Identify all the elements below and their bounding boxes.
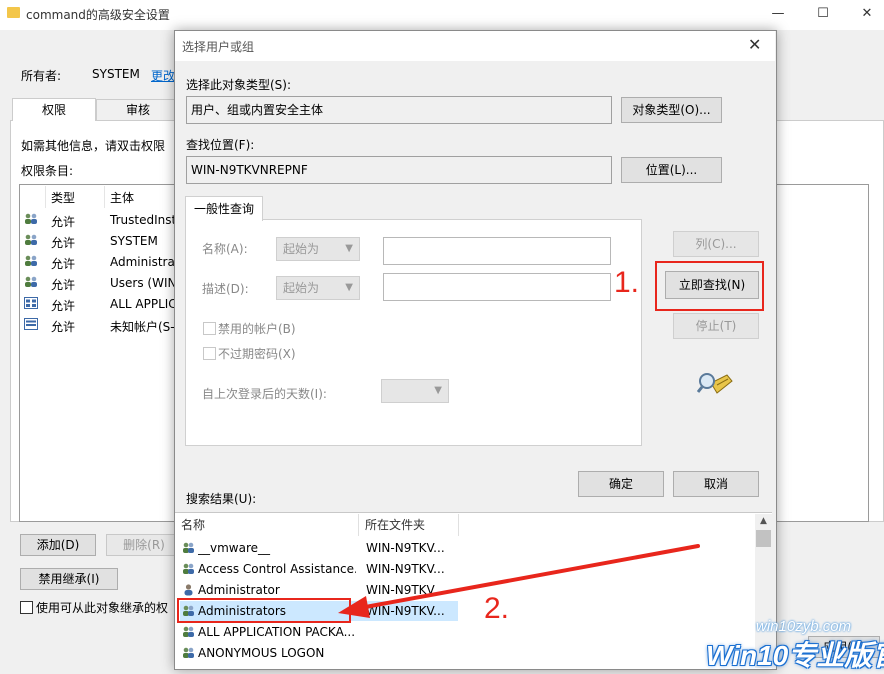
chevron-down-icon: ▼ xyxy=(434,385,442,396)
results-column-folder[interactable]: 所在文件夹 xyxy=(365,516,425,533)
location-field: WIN-N9TKVNREPNF xyxy=(186,156,612,184)
watermark-url: win10zyb.com xyxy=(756,618,852,635)
dialog-title: 选择用户或组 xyxy=(182,40,255,54)
folder-icon xyxy=(7,7,20,18)
users-icon xyxy=(25,255,37,266)
table-row[interactable] xyxy=(24,318,38,333)
column-divider xyxy=(104,186,105,208)
description-filter-dropdown: 起始为 ▼ xyxy=(276,276,360,300)
replace-permissions-checkbox[interactable] xyxy=(20,601,33,614)
add-button[interactable]: 添加(D) xyxy=(20,534,96,556)
table-row[interactable] xyxy=(24,297,38,312)
name-label: 名称(A): xyxy=(202,242,248,256)
app-package-icon xyxy=(24,297,38,309)
stop-button: 停止(T) xyxy=(673,313,759,339)
users-icon xyxy=(25,213,37,224)
days-since-login-dropdown: ▼ xyxy=(381,379,449,403)
description-label: 描述(D): xyxy=(202,282,249,296)
column-header-principal[interactable]: 主体 xyxy=(110,189,134,206)
unknown-account-icon xyxy=(24,318,38,330)
row-type: 允许 xyxy=(51,257,76,271)
owner-label: 所有者: xyxy=(21,69,62,83)
object-types-button[interactable]: 对象类型(O)... xyxy=(621,97,722,123)
table-row[interactable] xyxy=(24,276,38,291)
owner-value: SYSTEM xyxy=(92,67,140,81)
locations-button[interactable]: 位置(L)... xyxy=(621,157,722,183)
result-name: ANONYMOUS LOGON xyxy=(198,646,325,660)
users-icon xyxy=(25,276,37,287)
location-label: 查找位置(F): xyxy=(186,138,255,152)
close-window-button[interactable]: ✕ xyxy=(852,4,882,24)
columns-button: 列(C)... xyxy=(673,231,759,257)
days-since-login-label: 自上次登录后的天数(I): xyxy=(202,387,327,401)
arrow-pointer-icon xyxy=(338,544,700,618)
tab-auditing[interactable]: 审核 xyxy=(96,99,180,120)
chevron-down-icon: ▼ xyxy=(345,282,353,293)
highlight-administrators xyxy=(177,598,351,623)
object-type-label: 选择此对象类型(S): xyxy=(186,78,292,92)
description-filter-value: 起始为 xyxy=(283,281,320,295)
column-divider xyxy=(358,514,359,536)
owner-change-link[interactable]: 更改 xyxy=(151,67,175,84)
column-header-type[interactable]: 类型 xyxy=(51,189,75,206)
list-item[interactable]: ALL APPLICATION PACKA... xyxy=(180,622,458,642)
cancel-button[interactable]: 取消 xyxy=(673,471,759,497)
scrollbar-thumb[interactable] xyxy=(756,530,771,547)
ok-button[interactable]: 确定 xyxy=(578,471,664,497)
user-icon xyxy=(184,584,193,596)
users-icon xyxy=(183,647,194,658)
column-divider xyxy=(458,514,459,536)
no-expire-password-label: 不过期密码(X) xyxy=(218,347,296,361)
disabled-accounts-checkbox xyxy=(203,322,216,335)
delete-button: 删除(R) xyxy=(106,534,182,556)
users-icon xyxy=(183,542,194,553)
row-principal: SYSTEM xyxy=(110,234,158,248)
row-type: 允许 xyxy=(51,299,76,313)
results-column-name[interactable]: 名称 xyxy=(181,516,205,533)
disable-inheritance-button[interactable]: 禁用继承(I) xyxy=(20,568,118,590)
table-row[interactable] xyxy=(24,255,38,270)
list-item[interactable]: ANONYMOUS LOGON xyxy=(180,643,458,663)
row-principal: ALL APPLIC xyxy=(110,297,177,311)
users-icon xyxy=(183,563,194,574)
row-principal: TrustedInst xyxy=(110,213,177,227)
highlight-find-now xyxy=(655,261,764,311)
scroll-up-icon[interactable]: ▲ xyxy=(755,514,772,529)
search-results-label: 搜索结果(U): xyxy=(186,492,257,506)
dialog-close-icon[interactable]: ✕ xyxy=(748,35,761,54)
row-principal: Administrat xyxy=(110,255,180,269)
no-expire-password-checkbox xyxy=(203,347,216,360)
replace-permissions-label: 使用可从此对象继承的权 xyxy=(36,601,169,615)
tab-permissions[interactable]: 权限 xyxy=(12,98,96,121)
row-type: 允许 xyxy=(51,320,76,334)
users-icon xyxy=(183,626,194,637)
minimize-button[interactable]: — xyxy=(763,4,793,24)
column-divider xyxy=(45,186,46,208)
watermark-logo: Win10专业版官网 xyxy=(706,640,884,671)
row-principal: Users (WIN xyxy=(110,276,177,290)
name-filter-dropdown: 起始为 ▼ xyxy=(276,237,360,261)
chevron-down-icon: ▼ xyxy=(345,243,353,254)
disabled-accounts-label: 禁用的帐户(B) xyxy=(218,322,296,336)
dialog-titlebar xyxy=(175,31,775,61)
row-type: 允许 xyxy=(51,278,76,292)
name-input[interactable] xyxy=(383,237,611,265)
name-filter-value: 起始为 xyxy=(283,242,320,256)
search-flashlight-icon xyxy=(697,373,733,394)
background-window-title: command的高级安全设置 xyxy=(26,8,170,22)
maximize-button[interactable]: ☐ xyxy=(808,4,838,24)
permissions-hint: 如需其他信息，请双击权限 xyxy=(21,139,166,153)
step-1-label: 1. xyxy=(614,266,640,299)
users-icon xyxy=(25,234,37,245)
object-type-field: 用户、组或内置安全主体 xyxy=(186,96,612,124)
permission-entries-label: 权限条目: xyxy=(21,164,74,178)
row-type: 允许 xyxy=(51,215,76,229)
description-input[interactable] xyxy=(383,273,611,301)
table-row[interactable] xyxy=(24,213,38,228)
row-principal: 未知帐户(S- xyxy=(110,320,175,334)
row-type: 允许 xyxy=(51,236,76,250)
tab-common-queries[interactable]: 一般性查询 xyxy=(185,196,263,221)
result-name: ALL APPLICATION PACKA... xyxy=(198,625,356,639)
table-row[interactable] xyxy=(24,234,38,249)
